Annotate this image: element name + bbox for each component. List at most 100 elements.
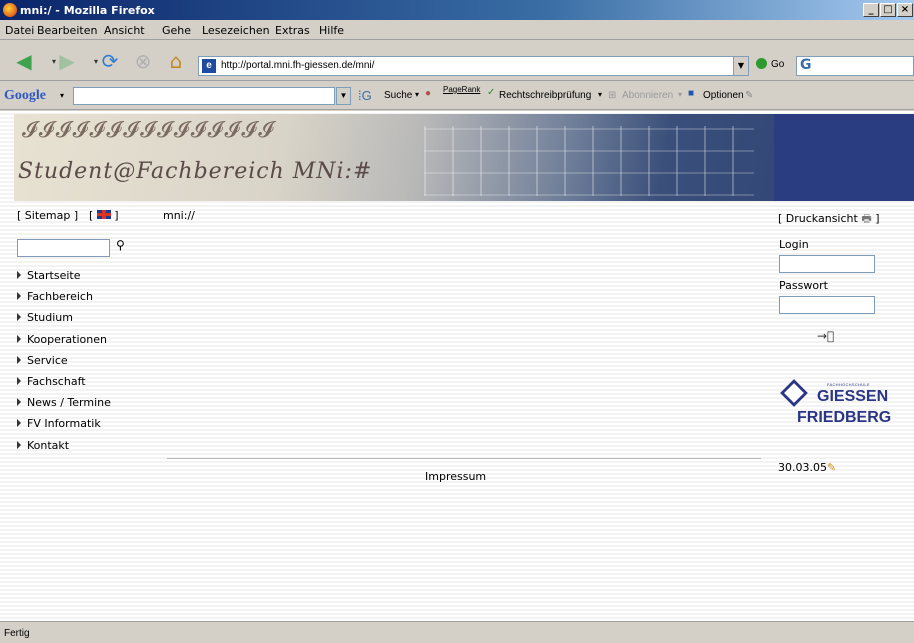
- status-text: Fertig: [4, 628, 30, 639]
- spellcheck-dropdown-icon[interactable]: ▾: [598, 90, 602, 99]
- nav-label: Kontakt: [27, 438, 70, 452]
- menu-gehe[interactable]: Gehe: [162, 24, 191, 37]
- arrow-right-icon: [17, 334, 21, 343]
- subscribe-dropdown-icon[interactable]: ▾: [678, 90, 682, 99]
- search-icon[interactable]: ⚲: [116, 238, 125, 252]
- google-search-dropdown-icon[interactable]: ▼: [336, 87, 351, 105]
- password-label: Passwort: [779, 279, 828, 292]
- maximize-button[interactable]: □: [880, 3, 896, 17]
- menu-ansicht[interactable]: Ansicht: [104, 24, 145, 37]
- last-updated: 30.03.05✎: [778, 461, 836, 474]
- menu-lesezeichen[interactable]: Lesezeichen: [202, 24, 270, 37]
- nav-label: Startseite: [27, 269, 81, 282]
- print-view-link[interactable]: [ Druckansicht 🖶 ]: [778, 210, 880, 229]
- url-dropdown-icon[interactable]: ▼: [733, 56, 749, 76]
- notebook-spiral-image: 𝓘𝓘𝓘𝓘𝓘𝓘𝓘𝓘𝓘𝓘𝓘𝓘𝓘𝓘𝓘: [22, 118, 276, 143]
- fh-giessen-friedberg-logo[interactable]: FACHHOCHSCHULE GIESSEN FRIEDBERG: [779, 377, 891, 435]
- nav-item-service[interactable]: Service: [17, 354, 111, 375]
- banner-building-pattern: [424, 126, 754, 196]
- back-icon[interactable]: ◀: [12, 49, 36, 73]
- pagerank-label[interactable]: PageRank: [443, 85, 480, 94]
- main-navigation: Startseite Fachbereich Studium Kooperati…: [17, 269, 111, 460]
- window-titlebar: mni:/ - Mozilla Firefox _ □ ×: [0, 0, 914, 20]
- popup-blocker-icon[interactable]: ●: [425, 88, 431, 99]
- options-icon[interactable]: ■: [688, 88, 694, 99]
- uk-flag-icon: [96, 210, 111, 219]
- print-view-label: [ Druckansicht: [778, 212, 858, 225]
- nav-label: FV Informatik: [27, 417, 101, 431]
- breadcrumb: mni://: [163, 209, 195, 222]
- arrow-right-icon: [17, 271, 21, 279]
- search-engine-box[interactable]: G: [796, 56, 914, 76]
- google-toolbar: Google ▾ ▼ ⁞G Suche ▾ ● PageRank ✓ Recht…: [0, 82, 914, 110]
- logo-friedberg: FRIEDBERG: [797, 409, 892, 426]
- page-viewport: 𝓘𝓘𝓘𝓘𝓘𝓘𝓘𝓘𝓘𝓘𝓘𝓘𝓘𝓘𝓘 Student@Fachbereich MNi:…: [0, 111, 914, 621]
- nav-item-fachbereich[interactable]: Fachbereich: [17, 290, 111, 311]
- printer-icon: 🖶: [861, 212, 872, 225]
- google-search-icon[interactable]: ⁞G: [358, 88, 372, 103]
- arrow-right-icon: [17, 313, 21, 322]
- minimize-button[interactable]: _: [863, 3, 879, 17]
- google-dropdown-icon[interactable]: ▾: [60, 91, 64, 100]
- firefox-icon: [3, 3, 17, 17]
- menu-extras[interactable]: Extras: [275, 24, 310, 37]
- options-button[interactable]: Optionen: [703, 90, 744, 101]
- google-engine-icon: G: [800, 57, 812, 73]
- password-input[interactable]: [779, 296, 875, 314]
- forward-icon[interactable]: ▶: [55, 49, 79, 73]
- nav-label: Studium: [27, 311, 73, 325]
- sitemap-link[interactable]: [ Sitemap ]: [17, 209, 78, 222]
- login-label: Login: [779, 238, 809, 251]
- nav-item-fachschaft[interactable]: Fachschaft: [17, 375, 111, 396]
- spellcheck-icon[interactable]: ✓: [487, 87, 495, 98]
- close-button[interactable]: ×: [897, 3, 913, 17]
- menu-datei[interactable]: Datei: [5, 24, 34, 37]
- arrow-right-icon: [17, 440, 21, 449]
- go-label: Go: [771, 59, 785, 70]
- arrow-right-icon: [17, 398, 21, 407]
- navigation-toolbar: ◀ ▾ ▶ ▾ ⟳ ⊗ ⌂ e http://portal.mni.fh-gie…: [0, 41, 914, 81]
- nav-item-startseite[interactable]: Startseite: [17, 269, 111, 290]
- english-flag-link[interactable]: [ ]: [89, 209, 119, 222]
- login-input[interactable]: [779, 255, 875, 273]
- search-dropdown-icon[interactable]: ▾: [415, 90, 419, 99]
- nav-item-kontakt[interactable]: Kontakt: [17, 439, 111, 460]
- menu-bearbeiten[interactable]: Bearbeiten: [37, 24, 97, 37]
- subscribe-button[interactable]: Abonnieren: [622, 90, 673, 101]
- go-button[interactable]: Go: [756, 58, 784, 70]
- impressum-link[interactable]: Impressum: [425, 470, 486, 483]
- highlighter-icon[interactable]: ✎: [745, 90, 753, 101]
- google-logo[interactable]: Google: [4, 88, 46, 104]
- pencil-icon[interactable]: ✎: [827, 461, 836, 474]
- url-bar[interactable]: e http://portal.mni.fh-giessen.de/mni/: [198, 56, 736, 76]
- spellcheck-button[interactable]: Rechtschreibprüfung: [499, 90, 591, 101]
- reload-icon[interactable]: ⟳: [98, 49, 122, 73]
- nav-label: Kooperationen: [27, 332, 107, 346]
- nav-item-studium[interactable]: Studium: [17, 311, 111, 332]
- stop-icon[interactable]: ⊗: [131, 49, 155, 73]
- nav-label: Fachbereich: [27, 290, 93, 304]
- site-search-input[interactable]: [17, 239, 110, 257]
- logo-small-text: FACHHOCHSCHULE: [827, 382, 870, 387]
- print-bracket-close: ]: [875, 212, 880, 225]
- login-arrow-icon[interactable]: →⃞: [817, 329, 834, 343]
- menu-hilfe[interactable]: Hilfe: [319, 24, 344, 37]
- date-text: 30.03.05: [778, 461, 827, 474]
- page-icon: e: [202, 59, 216, 73]
- nav-label: Fachschaft: [27, 374, 86, 388]
- status-bar: Fertig: [0, 621, 914, 643]
- google-search-button[interactable]: Suche: [384, 90, 412, 101]
- nav-label: Service: [27, 353, 68, 367]
- nav-item-kooperationen[interactable]: Kooperationen: [17, 333, 111, 354]
- home-icon[interactable]: ⌂: [164, 49, 188, 73]
- menu-bar: Datei Bearbeiten Ansicht Gehe Lesezeiche…: [0, 20, 914, 40]
- google-search-input[interactable]: [73, 87, 335, 105]
- nav-item-news-termine[interactable]: News / Termine: [17, 396, 111, 417]
- footer-divider: [167, 458, 761, 460]
- nav-item-fv-informatik[interactable]: FV Informatik: [17, 417, 111, 438]
- banner-handwriting: Student@Fachbereich MNi:#: [18, 159, 373, 184]
- go-icon: [756, 58, 767, 69]
- flag-bracket-open: [: [89, 209, 94, 222]
- rss-icon: ⊞: [608, 90, 617, 101]
- logo-giessen: GIESSEN: [817, 388, 889, 405]
